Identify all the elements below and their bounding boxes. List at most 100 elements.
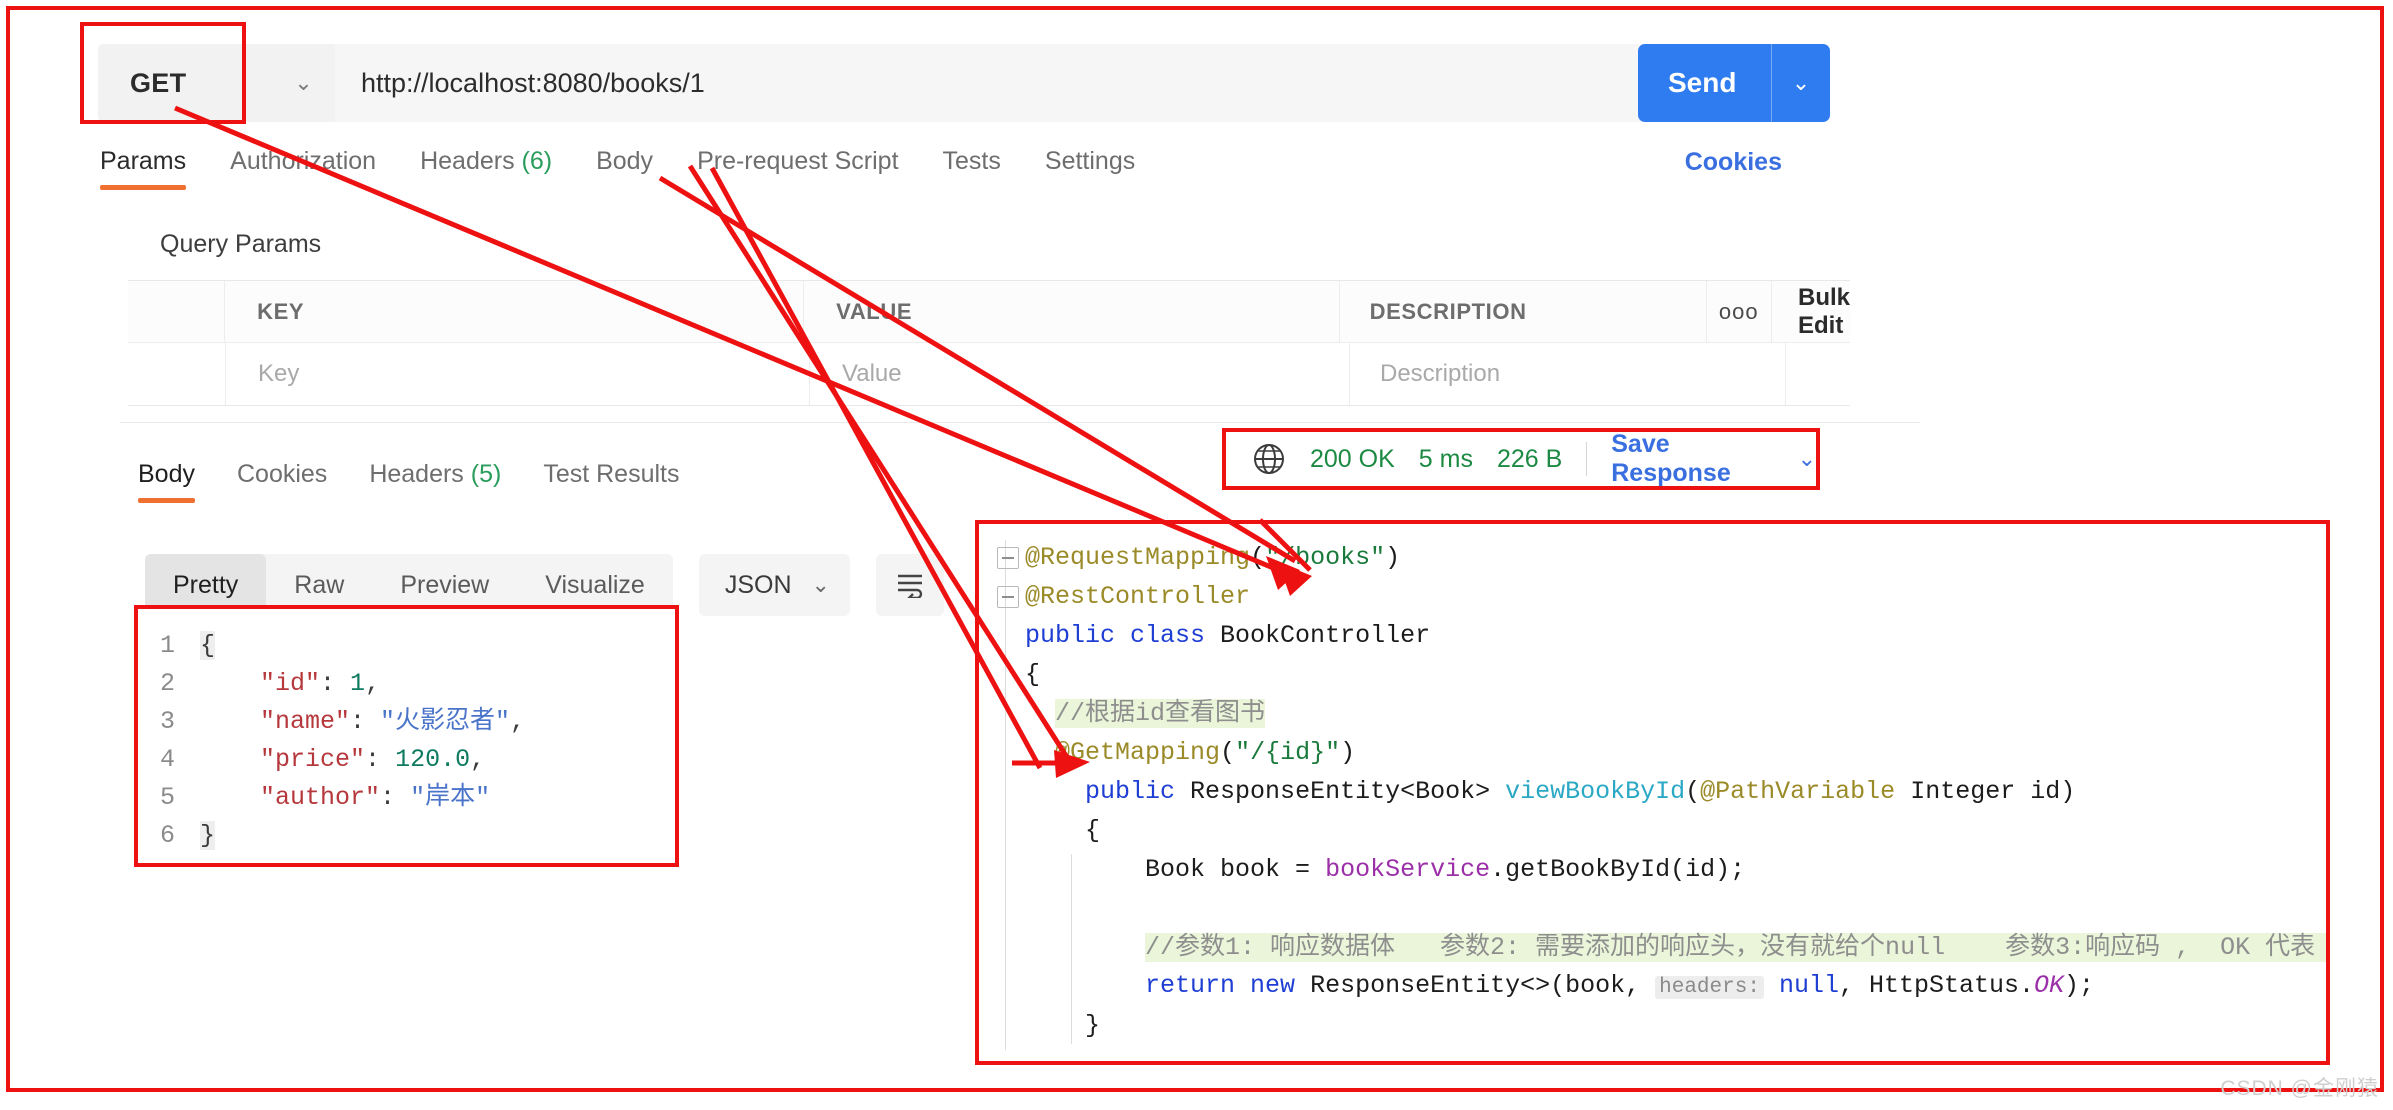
code-token: : (380, 783, 411, 812)
line-number: 3 (160, 707, 176, 736)
line-content: { (1025, 811, 1100, 850)
code-line: //参数1: 响应数据体 参数2: 需要添加的响应头，没有就给个null 参数3… (997, 928, 2326, 967)
url-value: http://localhost:8080/books/1 (361, 67, 705, 98)
save-response-chevron-down-icon[interactable]: ⌄ (1798, 446, 1816, 472)
wrap-lines-button[interactable] (875, 554, 944, 616)
code-token: headers: (1655, 976, 1764, 999)
code-token: public (1085, 777, 1191, 806)
line-number: 1 (160, 631, 176, 660)
bulk-edit-button[interactable]: Bulk Edit (1798, 284, 1850, 340)
send-button[interactable]: Send ⌄ (1638, 44, 1830, 122)
code-token: return new (1145, 971, 1311, 1000)
tab-label: Authorization (230, 147, 377, 175)
line-number: 4 (160, 745, 176, 774)
tab-label: Params (100, 147, 187, 175)
format-selector[interactable]: JSON ⌄ (698, 554, 850, 616)
send-button-label: Send (1668, 67, 1737, 98)
status-size: 226 B (1496, 444, 1563, 473)
code-line: 3 "name": "火影忍者", (138, 703, 675, 741)
code-token: ( (1220, 738, 1236, 767)
line-content: Book book = bookService.getBookById(id); (1025, 850, 1745, 889)
request-tab-headers[interactable]: Headers (6) (420, 147, 552, 190)
code-token: ) (1340, 738, 1356, 767)
code-token: , (510, 707, 526, 736)
section-divider (120, 422, 1920, 423)
code-line: 4 "price": 120.0, (138, 741, 675, 779)
code-token: "id" (260, 669, 321, 698)
watermark: CSDN @金刚猿 (2220, 1077, 2379, 1100)
code-line: 6} (138, 817, 675, 855)
screenshot-root: GET ⌄ http://localhost:8080/books/1 Send… (0, 0, 2393, 1110)
code-token: "/{id}" (1235, 738, 1341, 767)
code-token: "岸本" (410, 783, 491, 812)
code-line: } (997, 1006, 2326, 1045)
more-options-icon[interactable]: ooo (1719, 299, 1759, 325)
description-input[interactable]: Description (1380, 360, 1500, 388)
response-tab-headers[interactable]: Headers (5) (369, 460, 501, 503)
line-content: public ResponseEntity<Book> viewBookById… (1025, 772, 2075, 811)
code-line: { (997, 655, 2326, 694)
code-token: "/books" (1265, 543, 1386, 572)
code-token: , HttpStatus. (1838, 971, 2035, 1000)
save-response-button[interactable]: Save Response (1611, 430, 1781, 488)
code-fold-icon[interactable] (997, 585, 1019, 608)
code-token: "price" (260, 745, 366, 774)
query-params-label: Query Params (160, 230, 322, 258)
line-content: "name": "火影忍者", (200, 703, 525, 741)
chevron-down-icon: ⌄ (294, 70, 313, 95)
code-token: "author" (260, 783, 381, 812)
row-actions-cell (1786, 343, 1850, 405)
header-checkbox-cell (128, 280, 226, 343)
code-token: : (350, 707, 381, 736)
response-tab-cookies[interactable]: Cookies (237, 460, 327, 503)
response-tab-body[interactable]: Body (138, 460, 195, 503)
code-token: @GetMapping (1055, 738, 1221, 767)
request-tab-params[interactable]: Params (100, 147, 187, 190)
cookies-link[interactable]: Cookies (1685, 148, 1782, 177)
row-checkbox-cell[interactable] (128, 343, 226, 405)
code-line: @RestController (997, 577, 2326, 616)
line-content: @GetMapping("/{id}") (1025, 733, 1355, 772)
code-token: 1 (350, 669, 366, 698)
format-label: JSON (724, 570, 792, 599)
line-content: public class BookController (1025, 616, 1430, 655)
code-line: public ResponseEntity<Book> viewBookById… (997, 772, 2326, 811)
request-tab-authorization[interactable]: Authorization (230, 147, 376, 190)
table-row: Key Value Description (128, 343, 1850, 405)
request-tab-tests[interactable]: Tests (943, 147, 1001, 190)
request-tab-settings[interactable]: Settings (1045, 147, 1135, 190)
annotation-box-method (80, 22, 246, 124)
response-tab-test-results[interactable]: Test Results (543, 460, 679, 503)
code-token: bookService (1325, 855, 1491, 884)
code-line: { (997, 811, 2326, 850)
code-token: , (365, 669, 381, 698)
code-token: ) (1385, 543, 1401, 572)
url-input[interactable]: http://localhost:8080/books/1 (335, 44, 1653, 122)
line-content: } (1025, 1006, 1100, 1045)
line-content: "author": "岸本" (200, 779, 490, 817)
wrap-lines-icon (897, 574, 923, 598)
code-token: @RestController (1025, 582, 1251, 611)
line-content: { (200, 627, 216, 665)
tab-count-badge: (6) (514, 147, 553, 175)
value-input[interactable]: Value (842, 360, 902, 388)
code-token: Book book = (1025, 855, 1326, 884)
code-fold-icon[interactable] (997, 546, 1019, 569)
key-input[interactable]: Key (258, 360, 299, 388)
request-tab-pre-request-script[interactable]: Pre-request Script (697, 147, 898, 190)
tab-count-badge: (5) (463, 460, 502, 488)
line-number: 5 (160, 783, 176, 812)
table-header-row: KEY VALUE DESCRIPTION ooo Bulk Edit (128, 280, 1850, 343)
code-token: ); (2064, 971, 2095, 1000)
code-token: viewBookById (1505, 777, 1686, 806)
line-content: @RestController (1025, 577, 1250, 616)
line-content: //参数1: 响应数据体 参数2: 需要添加的响应头，没有就给个null 参数3… (1025, 928, 2326, 967)
code-token: @RequestMapping (1025, 543, 1251, 572)
column-header-value: VALUE (836, 298, 913, 324)
request-tab-body[interactable]: Body (596, 147, 653, 190)
tab-label: Body (596, 147, 654, 175)
query-params-table: KEY VALUE DESCRIPTION ooo Bulk Edit Key … (128, 280, 1850, 406)
